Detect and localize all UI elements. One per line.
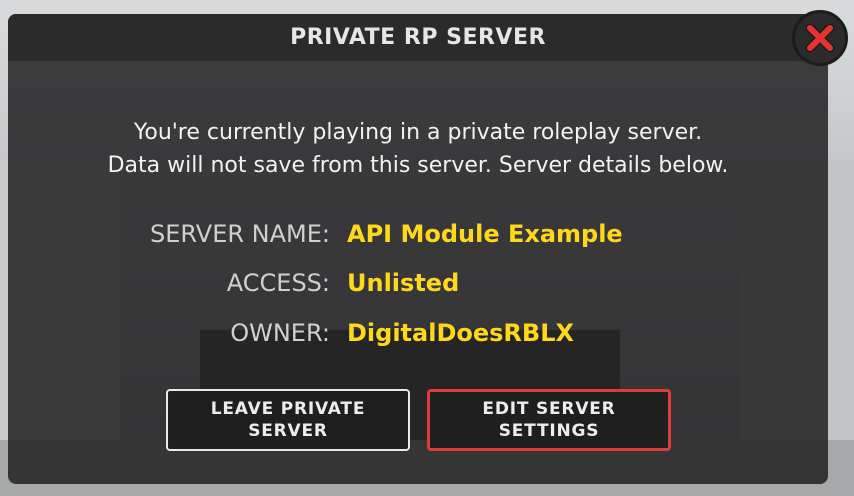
leave-private-server-button[interactable]: LEAVE PRIVATE SERVER (166, 389, 410, 451)
leave-button-label-line-1: LEAVE PRIVATE (210, 399, 366, 419)
access-label: ACCESS: (226, 269, 330, 297)
edit-server-settings-button[interactable]: EDIT SERVER SETTINGS (427, 389, 671, 451)
owner-value: DigitalDoesRBLX (347, 319, 574, 347)
description-line-1: You're currently playing in a private ro… (133, 120, 703, 145)
server-name-label: SERVER NAME: (150, 220, 330, 248)
close-button[interactable] (792, 10, 848, 66)
detail-server-name: SERVER NAME: API Module Example (0, 216, 854, 252)
dialog-title: PRIVATE RP SERVER (290, 25, 546, 50)
detail-access: ACCESS: Unlisted (0, 265, 854, 301)
edit-button-label-line-2: SETTINGS (498, 421, 600, 441)
description-line-2: Data will not save from this server. Ser… (107, 153, 729, 178)
dialog-description: You're currently playing in a private ro… (0, 116, 836, 182)
owner-label: OWNER: (230, 319, 330, 347)
server-name-value: API Module Example (347, 220, 623, 248)
access-value: Unlisted (347, 269, 460, 297)
detail-owner: OWNER: DigitalDoesRBLX (0, 315, 854, 351)
leave-button-label-line-2: SERVER (248, 421, 328, 441)
close-x-icon (805, 23, 835, 53)
edit-button-label-line-1: EDIT SERVER (482, 399, 616, 419)
dialog-title-bar: PRIVATE RP SERVER (8, 14, 828, 61)
